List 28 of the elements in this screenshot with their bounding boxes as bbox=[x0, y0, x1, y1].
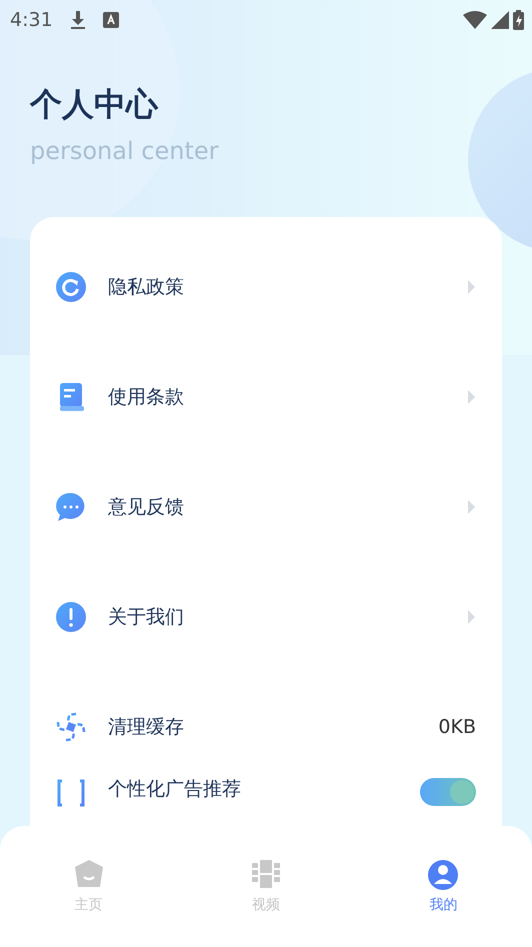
menu-item[interactable]: 个性化广告推荐 bbox=[108, 778, 398, 800]
signal-icon bbox=[491, 11, 509, 29]
page-subtitle: personal center bbox=[30, 136, 220, 167]
refresh-icon bbox=[56, 272, 86, 302]
chevron-icon bbox=[466, 279, 476, 295]
status-time: 4:31 bbox=[10, 8, 53, 33]
chevron-icon bbox=[466, 389, 476, 405]
menu-item[interactable]: 使用条款 bbox=[108, 382, 444, 412]
chevron-icon bbox=[466, 609, 476, 625]
tab[interactable]: 我的 bbox=[354, 826, 532, 947]
menu-item[interactable]: 关于我们 bbox=[108, 602, 444, 632]
user-icon bbox=[427, 859, 460, 891]
keyboard-icon bbox=[102, 12, 119, 28]
chevron-icon bbox=[466, 499, 476, 515]
menu-item[interactable]: 意见反馈 bbox=[108, 492, 444, 522]
chat-bubble-icon bbox=[56, 492, 86, 522]
toggle-switch[interactable] bbox=[420, 778, 476, 806]
battery-charging-icon bbox=[513, 10, 524, 30]
grid-icon bbox=[250, 859, 282, 891]
cache-size: 0KB bbox=[438, 714, 476, 740]
spiral-icon bbox=[56, 712, 86, 742]
frame-icon bbox=[56, 778, 86, 808]
menu-item[interactable]: 清理缓存 bbox=[108, 712, 416, 742]
download-icon bbox=[68, 10, 87, 30]
wifi-icon bbox=[463, 11, 487, 29]
alert-icon bbox=[56, 602, 86, 632]
page-title: 个人中心 bbox=[30, 84, 160, 125]
menu-item[interactable]: 隐私政策 bbox=[108, 272, 444, 302]
